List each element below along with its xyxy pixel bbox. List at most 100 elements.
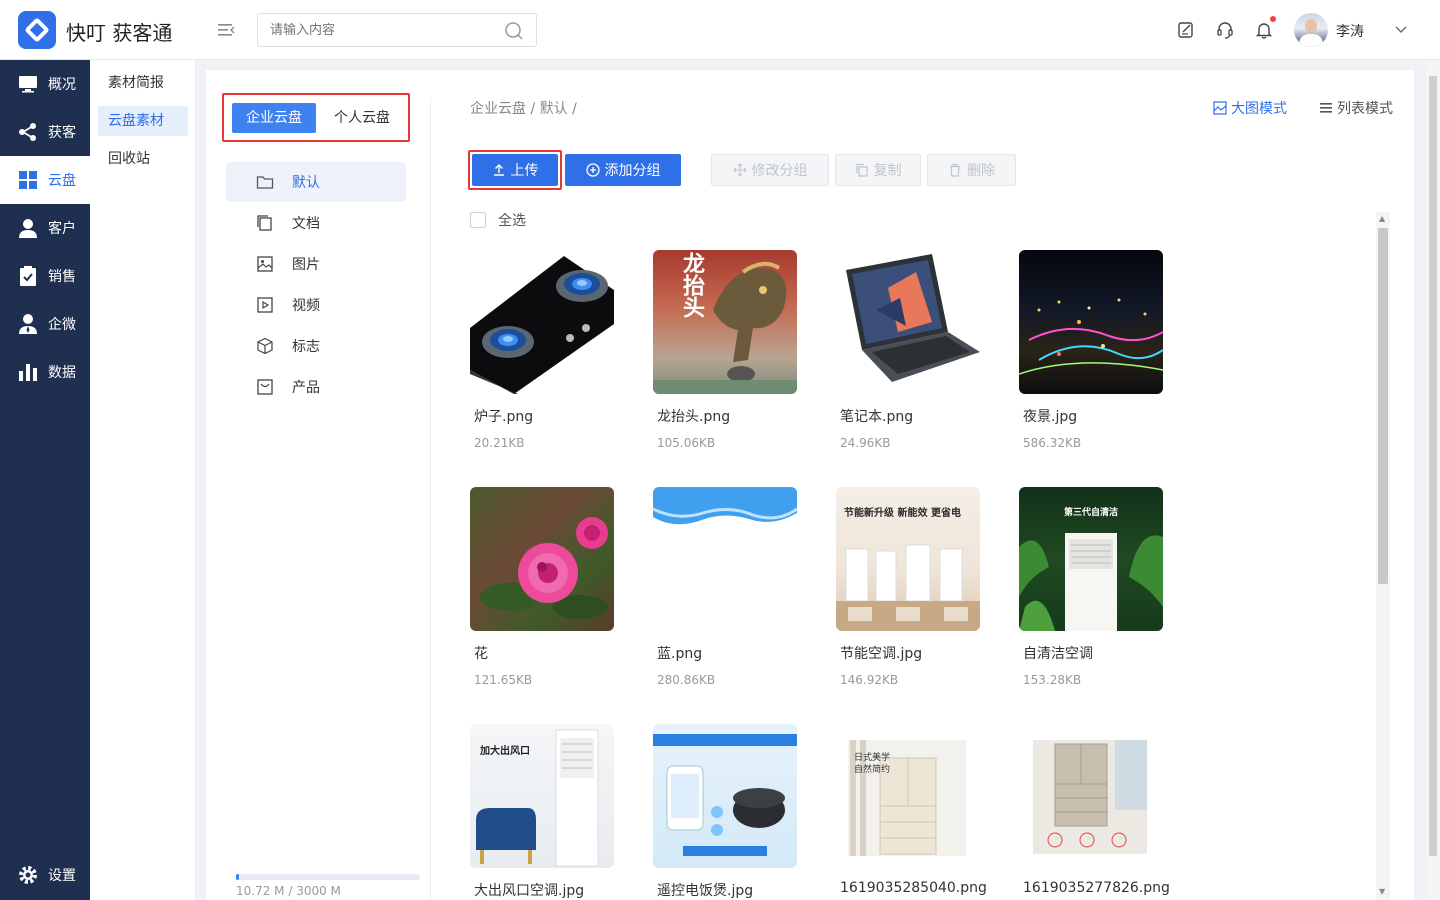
image-icon: [1213, 101, 1227, 115]
main-panel: 企业云盘 个人云盘 默认 文档 图片 视频 标志 产品 10.72 M / 30…: [206, 70, 1414, 900]
nav-item-acquire[interactable]: 获客: [0, 108, 90, 156]
file-card[interactable]: 1619035277826.png: [1019, 724, 1170, 896]
nav-item-data[interactable]: 数据: [0, 348, 90, 396]
thumbnail-laptop[interactable]: [836, 250, 980, 394]
storage-progress-bar: [236, 874, 420, 880]
nav-label: 企微: [48, 317, 76, 333]
submenu-item-recycle-bin[interactable]: 回收站: [98, 144, 188, 174]
user-tie-icon: [19, 314, 37, 334]
file-card[interactable]: 遥控电饭煲.jpg: [653, 724, 803, 900]
edit-note-icon[interactable]: [1176, 20, 1196, 40]
page-scroll-thumb[interactable]: [1429, 76, 1437, 856]
file-card[interactable]: 笔记本.png 24.96KB: [836, 250, 986, 450]
nav-label: 获客: [48, 125, 76, 141]
file-size: 20.21KB: [474, 436, 525, 450]
menu-collapse-icon[interactable]: [216, 20, 236, 40]
submenu-item-briefing[interactable]: 素材简报: [98, 68, 188, 98]
view-mode-large[interactable]: 大图模式: [1213, 98, 1287, 118]
file-card[interactable]: 第三代自清洁 自清洁空调 153.28KB: [1019, 487, 1169, 687]
thumbnail-title: 龙抬头: [679, 252, 705, 318]
category-document[interactable]: 文档: [226, 203, 406, 243]
category-video[interactable]: 视频: [226, 285, 406, 325]
file-name: 花: [474, 646, 488, 662]
file-size: 153.28KB: [1023, 673, 1082, 687]
grid-icon: [19, 171, 37, 189]
file-size: 121.65KB: [474, 673, 533, 687]
file-card[interactable]: 夜景.jpg 586.32KB: [1019, 250, 1169, 450]
thumbnail-title: 加大出风口: [480, 746, 530, 757]
sub-menu: 素材简报 云盘素材 回收站: [90, 60, 196, 900]
nav-label: 云盘: [48, 173, 76, 189]
file-card[interactable]: 蓝.png 280.86KB: [653, 487, 803, 687]
scroll-thumb[interactable]: [1378, 228, 1388, 584]
upload-button[interactable]: 上传: [472, 154, 558, 186]
thumbnail-fridge-2[interactable]: [1019, 724, 1163, 868]
file-name: 自清洁空调: [1023, 646, 1093, 662]
thumbnail-dragon[interactable]: 龙抬头: [653, 250, 797, 394]
file-card[interactable]: 日式美学 自然简约 1619035285040.png: [836, 724, 987, 896]
file-card[interactable]: 花 121.65KB: [470, 487, 620, 687]
edit-group-button[interactable]: 修改分组: [711, 154, 829, 186]
file-name: 1619035285040.png: [840, 880, 987, 896]
file-card[interactable]: 炉子.png 20.21KB: [470, 250, 620, 450]
category-logo[interactable]: 标志: [226, 326, 406, 366]
nav-item-settings[interactable]: 设置: [0, 851, 90, 899]
page-scrollbar[interactable]: [1426, 60, 1440, 900]
thumbnail-blue[interactable]: [653, 487, 797, 631]
video-icon: [257, 297, 273, 313]
nav-item-customer[interactable]: 客户: [0, 204, 90, 252]
notification-bell[interactable]: [1254, 16, 1276, 40]
search-input[interactable]: [258, 14, 488, 46]
copy-button[interactable]: 复制: [835, 154, 921, 186]
nav-item-overview[interactable]: 概况: [0, 60, 90, 108]
view-mode-list[interactable]: 列表模式: [1319, 98, 1393, 118]
file-card[interactable]: 龙抬头 龙抬头.png 105.06KB: [653, 250, 803, 450]
thumbnail-flower[interactable]: [470, 487, 614, 631]
thumbnail-rice-cooker[interactable]: [653, 724, 797, 868]
submenu-item-cloud-material[interactable]: 云盘素材: [98, 106, 188, 136]
thumbnail-eco-ac[interactable]: 节能新升级 新能效 更省电: [836, 487, 980, 631]
user-name[interactable]: 李涛: [1336, 21, 1364, 41]
file-card[interactable]: 加大出风口 大出风口空调.jpg: [470, 724, 620, 900]
file-size: 146.92KB: [840, 673, 899, 687]
brand-name: 快叮 获客通: [66, 21, 173, 45]
breadcrumb: 企业云盘 / 默认 /: [470, 101, 577, 117]
avatar[interactable]: [1294, 13, 1328, 47]
search-icon[interactable]: [504, 21, 524, 41]
search-box: [257, 13, 537, 47]
thumbnail-night-view[interactable]: [1019, 250, 1163, 394]
nav-label: 数据: [48, 365, 76, 381]
headset-icon[interactable]: [1215, 20, 1235, 40]
thumbnail-self-clean-ac[interactable]: 第三代自清洁: [1019, 487, 1163, 631]
thumbnail-ac-outlet[interactable]: 加大出风口: [470, 724, 614, 868]
thumbnail-fridge-1[interactable]: 日式美学 自然简约: [836, 724, 980, 868]
tab-personal-cloud[interactable]: 个人云盘: [324, 103, 400, 133]
grid-scrollbar[interactable]: ▲ ▼: [1376, 212, 1390, 900]
nav-item-wecom[interactable]: 企微: [0, 300, 90, 348]
file-size: 586.32KB: [1023, 436, 1082, 450]
app-logo[interactable]: [18, 11, 56, 49]
tab-enterprise-cloud[interactable]: 企业云盘: [232, 103, 316, 133]
scroll-up-icon[interactable]: ▲: [1379, 215, 1387, 223]
file-size: 280.86KB: [657, 673, 716, 687]
nav-item-cloud[interactable]: 云盘: [0, 156, 90, 204]
notification-dot: [1270, 16, 1276, 22]
file-name: 炉子.png: [474, 409, 534, 425]
category-image[interactable]: 图片: [226, 244, 406, 284]
chevron-down-icon[interactable]: [1393, 22, 1409, 38]
clipboard-check-icon: [20, 266, 36, 286]
scroll-down-icon[interactable]: ▼: [1379, 888, 1387, 896]
select-all[interactable]: 全选: [470, 210, 526, 230]
bar-chart-icon: [19, 364, 37, 381]
select-all-checkbox[interactable]: [470, 212, 486, 228]
thumbnail-stove[interactable]: [470, 250, 614, 394]
add-group-button[interactable]: 添加分组: [565, 154, 681, 186]
delete-button[interactable]: 删除: [927, 154, 1016, 186]
category-default[interactable]: 默认: [226, 162, 406, 202]
category-product[interactable]: 产品: [226, 367, 406, 407]
thumbnail-title: 第三代自清洁: [1063, 508, 1118, 518]
nav-item-sales[interactable]: 销售: [0, 252, 90, 300]
file-card[interactable]: 节能新升级 新能效 更省电 节能空调.jpg 146.92KB: [836, 487, 986, 687]
file-name: 节能空调.jpg: [840, 646, 923, 662]
thumbnail-title: 日式美学 自然简约: [854, 753, 891, 775]
